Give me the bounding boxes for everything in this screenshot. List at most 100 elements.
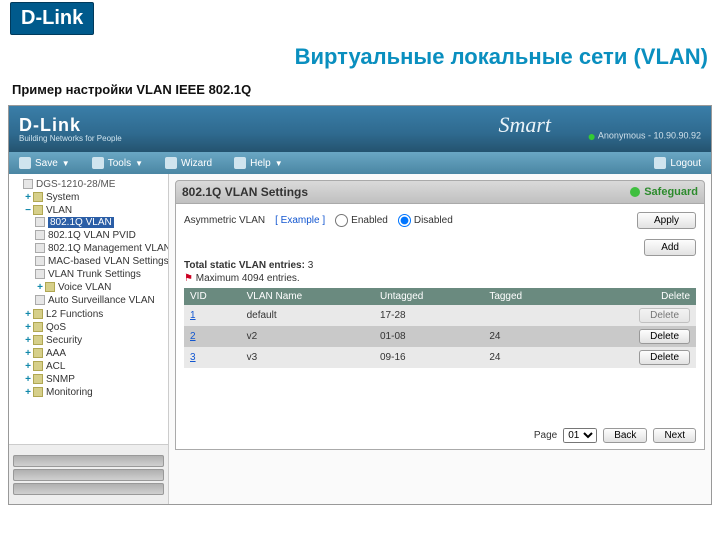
tree-acl[interactable]: +ACL bbox=[23, 360, 166, 373]
tree-vlan-voice[interactable]: + Voice VLAN bbox=[35, 281, 166, 294]
expand-icon[interactable]: + bbox=[23, 322, 33, 333]
tree-item-label: 802.1Q VLAN bbox=[48, 217, 114, 228]
tree-qos[interactable]: + QoS bbox=[23, 321, 166, 334]
panel-title: 802.1Q VLAN Settings bbox=[182, 185, 308, 199]
menu-wizard[interactable]: Wizard bbox=[165, 157, 212, 169]
cell-untagged: 01-08 bbox=[374, 326, 483, 347]
apply-button[interactable]: Apply bbox=[637, 212, 696, 229]
vid-link[interactable]: 3 bbox=[190, 352, 196, 363]
menu-logout[interactable]: Logout bbox=[654, 157, 701, 169]
device-stack-icon bbox=[13, 483, 164, 495]
menu-wizard-label: Wizard bbox=[181, 158, 212, 169]
tree-system[interactable]: + System bbox=[23, 191, 166, 204]
tree-item-label: 802.1Q VLAN PVID bbox=[48, 230, 136, 241]
cell-untagged: 09-16 bbox=[374, 347, 483, 368]
expand-icon[interactable]: + bbox=[23, 361, 33, 372]
radio-enabled[interactable] bbox=[335, 214, 348, 227]
expand-icon[interactable]: + bbox=[23, 348, 33, 359]
expand-icon[interactable]: + bbox=[23, 335, 33, 346]
tree-item-label: Voice VLAN bbox=[58, 282, 111, 293]
folder-icon bbox=[33, 309, 43, 319]
example-link[interactable]: [ Example ] bbox=[275, 215, 325, 226]
safeguard-badge: Safeguard bbox=[630, 186, 698, 198]
delete-button[interactable]: Delete bbox=[639, 350, 690, 365]
slide-title: Виртуальные локальные сети (VLAN) bbox=[0, 36, 720, 72]
col-untagged: Untagged bbox=[374, 288, 483, 305]
asym-vlan-label: Asymmetric VLAN bbox=[184, 215, 265, 226]
tree-system-label: System bbox=[46, 192, 79, 203]
add-button[interactable]: Add bbox=[644, 239, 696, 256]
table-row: 2 v2 01-08 24 Delete bbox=[184, 326, 696, 347]
tools-icon bbox=[92, 157, 104, 169]
safeguard-label: Safeguard bbox=[644, 186, 698, 198]
cell-name: v3 bbox=[241, 347, 374, 368]
page-icon bbox=[35, 269, 45, 279]
radio-enabled-label: Enabled bbox=[351, 215, 388, 226]
menu-tools-label: Tools bbox=[108, 158, 131, 169]
menu-save[interactable]: Save▼ bbox=[19, 157, 70, 169]
tree-vlan-mac[interactable]: MAC-based VLAN Settings bbox=[35, 255, 166, 268]
table-row: 3 v3 09-16 24 Delete bbox=[184, 347, 696, 368]
tree-item-label: VLAN Trunk Settings bbox=[48, 269, 141, 280]
delete-button[interactable]: Delete bbox=[639, 329, 690, 344]
cell-tagged: 24 bbox=[483, 326, 571, 347]
tree-root[interactable]: DGS-1210-28/ME bbox=[23, 178, 166, 191]
folder-icon bbox=[33, 361, 43, 371]
delete-button: Delete bbox=[639, 308, 690, 323]
menu-help[interactable]: Help▼ bbox=[234, 157, 283, 169]
pager-select[interactable]: 01 bbox=[563, 428, 597, 443]
page-icon bbox=[35, 295, 45, 305]
tree-vlan[interactable]: −VLAN 802.1Q VLAN 802.1Q VLAN PVID 802.1… bbox=[23, 204, 166, 308]
col-delete: Delete bbox=[572, 288, 696, 305]
collapse-icon[interactable]: − bbox=[23, 205, 33, 216]
expand-icon[interactable]: + bbox=[23, 387, 33, 398]
tree-vlan-mgmt[interactable]: 802.1Q Management VLAN bbox=[35, 242, 166, 255]
sidebar: DGS-1210-28/ME + System −VLAN 802.1Q VLAN… bbox=[9, 174, 169, 504]
col-name: VLAN Name bbox=[241, 288, 374, 305]
save-icon bbox=[19, 157, 31, 169]
expand-icon[interactable]: + bbox=[35, 282, 45, 293]
warning-icon: ⚑ bbox=[184, 273, 193, 284]
slide-subtitle: Пример настройки VLAN IEEE 802.1Q bbox=[0, 72, 720, 105]
expand-icon[interactable]: + bbox=[23, 309, 33, 320]
expand-icon[interactable]: + bbox=[23, 374, 33, 385]
wizard-icon bbox=[165, 157, 177, 169]
tree-vlan-pvid[interactable]: 802.1Q VLAN PVID bbox=[35, 229, 166, 242]
chevron-down-icon: ▼ bbox=[135, 159, 143, 168]
tree-item-label: MAC-based VLAN Settings bbox=[48, 256, 168, 267]
pager: Page 01 Back Next bbox=[184, 428, 696, 443]
vid-link[interactable]: 2 bbox=[190, 331, 196, 342]
radio-disabled[interactable] bbox=[398, 214, 411, 227]
tree-item-label: Monitoring bbox=[46, 387, 93, 398]
device-icon bbox=[23, 179, 33, 189]
tree-root-label: DGS-1210-28/ME bbox=[36, 179, 115, 190]
tree-snmp[interactable]: +SNMP bbox=[23, 373, 166, 386]
tree-vlan-trunk[interactable]: VLAN Trunk Settings bbox=[35, 268, 166, 281]
cell-name: v2 bbox=[241, 326, 374, 347]
asym-enabled-radio[interactable]: Enabled bbox=[335, 214, 388, 227]
page-icon bbox=[35, 230, 45, 240]
tree-aaa[interactable]: +AAA bbox=[23, 347, 166, 360]
page-icon bbox=[35, 217, 45, 227]
tree-monitoring[interactable]: + Monitoring bbox=[23, 386, 166, 399]
folder-icon bbox=[33, 387, 43, 397]
app-brand-tagline: Building Networks for People bbox=[19, 134, 122, 143]
tree-item-label: QoS bbox=[46, 322, 66, 333]
tree-security[interactable]: +Security bbox=[23, 334, 166, 347]
tree-l2[interactable]: +L2 Functions bbox=[23, 308, 166, 321]
max-entries-label: Maximum 4094 entries. bbox=[196, 273, 300, 284]
menu-tools[interactable]: Tools ▼ bbox=[92, 157, 143, 169]
asym-disabled-radio[interactable]: Disabled bbox=[398, 214, 453, 227]
chevron-down-icon: ▼ bbox=[62, 159, 70, 168]
vid-link[interactable]: 1 bbox=[190, 310, 196, 321]
folder-icon bbox=[33, 348, 43, 358]
table-row: 1 default 17-28 Delete bbox=[184, 305, 696, 326]
outer-brand-logo: D-Link bbox=[10, 2, 94, 35]
tree-vlan-autosurv[interactable]: Auto Surveillance VLAN bbox=[35, 294, 166, 307]
tree-vlan-8021q[interactable]: 802.1Q VLAN bbox=[35, 216, 166, 229]
pager-next-button[interactable]: Next bbox=[653, 428, 696, 443]
device-stack-icon bbox=[13, 469, 164, 481]
folder-icon bbox=[33, 322, 43, 332]
expand-icon[interactable]: + bbox=[23, 192, 33, 203]
pager-back-button[interactable]: Back bbox=[603, 428, 647, 443]
